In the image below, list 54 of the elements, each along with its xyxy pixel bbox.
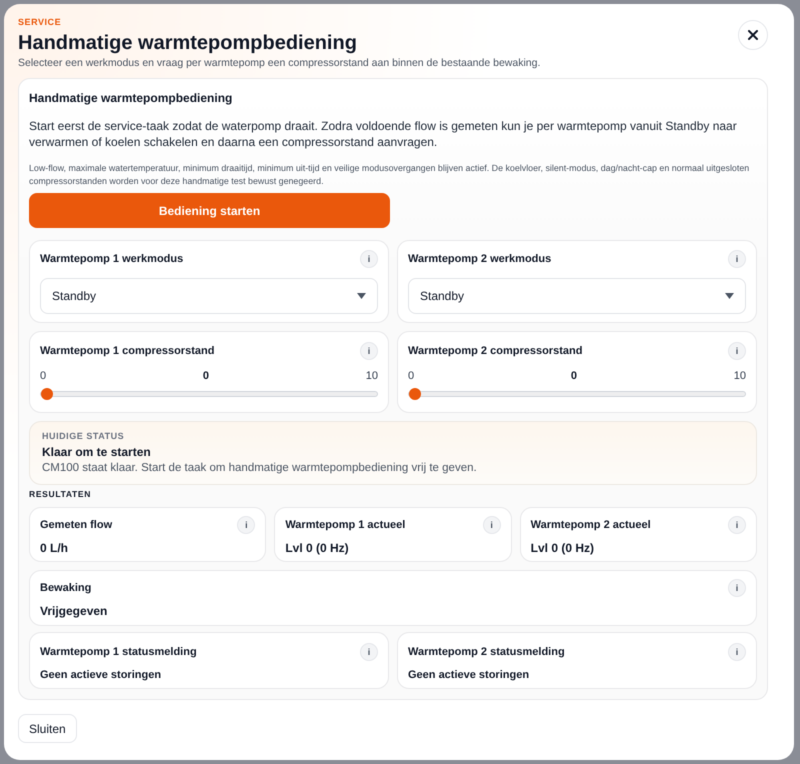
- close-dialog-button[interactable]: Sluiten: [18, 714, 77, 743]
- slider-min-label: 0: [40, 369, 46, 383]
- info-button[interactable]: i: [728, 579, 746, 597]
- mode-label: Warmtepomp 2 werkmodus: [408, 252, 552, 266]
- metric-value: Lvl 0 (0 Hz): [530, 540, 596, 556]
- dialog-subtitle: Selecteer een werkmodus en vraag per warmtepomp een compressorstand aan binnen de bestaande bewaking.: [18, 56, 540, 70]
- info-button[interactable]: i: [728, 643, 746, 661]
- start-button[interactable]: Bediening starten: [29, 193, 390, 228]
- slider-track[interactable]: [40, 391, 378, 397]
- close-icon: [748, 30, 758, 40]
- monitoring-value: Vrijgegeven: [40, 603, 108, 619]
- mode-label: Warmtepomp 1 werkmodus: [40, 252, 184, 266]
- slider-max-label: 10: [734, 369, 746, 383]
- info-button[interactable]: i: [482, 516, 501, 534]
- panel-note: Low-flow, maximale watertemperatuur, minimum draaitijd, minimum uit-tijd en veilige modusovergangen blijven actief. De koelvloer, silent-modus, dag/nacht-cap en normaal uitgesloten compressorstanden worden voor deze handmatige test bewust genegeerd.: [29, 162, 750, 188]
- dialog-title: Handmatige warmtepompbediening: [18, 31, 358, 55]
- metric-value: Lvl 0 (0 Hz): [285, 540, 350, 556]
- compressor-label: Warmtepomp 1 compressorstand: [40, 344, 214, 358]
- eyebrow-label: SERVICE: [18, 16, 62, 28]
- status-message-value: Geen actieve storingen: [408, 668, 530, 682]
- status-message-label: Warmtepomp 1 statusmelding: [40, 645, 197, 659]
- metric-value: 0 L/h: [40, 540, 70, 556]
- info-button[interactable]: i: [728, 342, 746, 360]
- slider-max-label: 10: [366, 369, 378, 383]
- caret-icon: [725, 293, 734, 299]
- mode-select[interactable]: Standby: [40, 278, 378, 314]
- slider-value: 0: [570, 369, 577, 383]
- slider-thumb[interactable]: [41, 388, 53, 400]
- results-heading: RESULTATEN: [29, 489, 92, 499]
- info-button[interactable]: i: [360, 342, 378, 360]
- info-button[interactable]: i: [360, 643, 378, 661]
- status-message-label: Warmtepomp 2 statusmelding: [408, 645, 565, 659]
- metric-label: Warmtepomp 2 actueel: [530, 518, 651, 532]
- panel-intro: Start eerst de service-taak zodat de waterpomp draait. Zodra voldoende flow is gemeten kun je per warmtepomp vanuit Standby naar verwarmen of koelen schakelen en daarna een compressorstand aanvragen.: [29, 118, 738, 150]
- caret-icon: [357, 293, 366, 299]
- info-button[interactable]: i: [728, 250, 746, 268]
- metric-label: Gemeten flow: [40, 518, 112, 532]
- slider-value: 0: [202, 369, 209, 383]
- monitoring-label: Bewaking: [40, 581, 92, 595]
- info-button[interactable]: i: [360, 250, 378, 268]
- status-message: CM100 staat klaar. Start de taak om handmatige warmtepompbediening vrij te geven.: [42, 461, 478, 476]
- status-caption: HUIDIGE STATUS: [42, 430, 126, 442]
- slider-track[interactable]: [408, 391, 746, 397]
- slider-min-label: 0: [408, 369, 414, 383]
- mode-select[interactable]: Standby: [408, 278, 746, 314]
- info-button[interactable]: i: [728, 516, 746, 534]
- metric-label: Warmtepomp 1 actueel: [285, 518, 406, 532]
- panel-heading: Handmatige warmtepompbediening: [29, 90, 234, 106]
- compressor-label: Warmtepomp 2 compressorstand: [408, 344, 582, 358]
- slider-thumb[interactable]: [409, 388, 421, 400]
- info-button[interactable]: i: [237, 516, 256, 534]
- close-button[interactable]: [738, 20, 768, 50]
- status-message-value: Geen actieve storingen: [40, 668, 162, 682]
- status-title: Klaar om te starten: [42, 444, 152, 460]
